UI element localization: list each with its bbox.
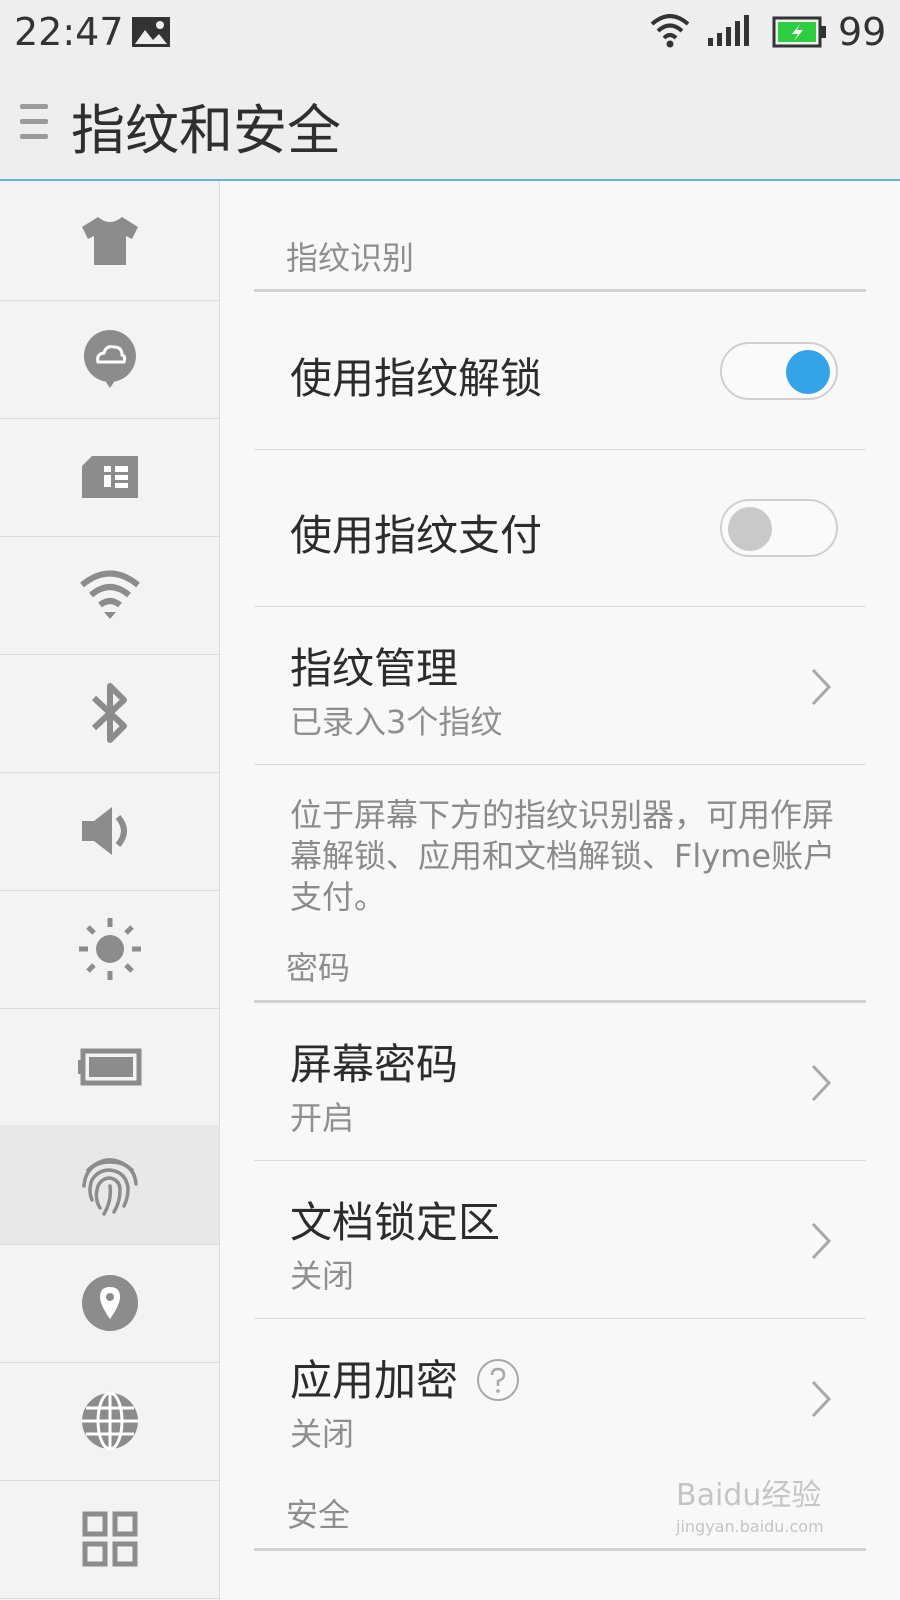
fingerprint-management-label: 指纹管理 — [290, 644, 459, 693]
globe-icon — [81, 1391, 138, 1450]
screen-password-row[interactable]: 屏幕密码 开启 — [254, 1003, 866, 1160]
sidebar-item-wifi[interactable] — [0, 535, 219, 655]
doc-lock-row[interactable]: 文档锁定区 关闭 — [254, 1161, 866, 1318]
app-encrypt-status: 关闭 — [290, 1415, 355, 1453]
sidebar-item-cloud[interactable] — [0, 299, 219, 419]
wifi-icon — [79, 570, 140, 619]
sidebar-item-sim[interactable] — [0, 417, 219, 537]
battery-percent: 99 — [838, 10, 887, 54]
fingerprint-management-status: 已录入3个指纹 — [290, 703, 503, 741]
sidebar-item-bluetooth[interactable] — [0, 653, 219, 773]
page-title: 指纹和安全 — [71, 99, 341, 162]
apps-grid-icon — [82, 1511, 137, 1566]
row-divider — [254, 764, 866, 765]
location-icon — [81, 1274, 138, 1331]
chevron-right-icon — [811, 1222, 832, 1260]
bluetooth-icon — [91, 682, 127, 743]
sidebar-item-fingerprint[interactable] — [0, 1125, 219, 1245]
fingerprint-payment-label: 使用指纹支付 — [290, 511, 543, 560]
settings-sidebar — [0, 181, 220, 1600]
hamburger-menu-icon[interactable] — [18, 102, 50, 142]
sidebar-item-sound[interactable] — [0, 771, 219, 891]
screen-password-status: 开启 — [290, 1099, 355, 1137]
theme-shirt-icon — [81, 216, 138, 265]
status-time: 22:47 — [14, 10, 124, 54]
toggle-knob — [786, 350, 830, 394]
sidebar-item-language[interactable] — [0, 1361, 219, 1481]
sidebar-item-apps[interactable] — [0, 1479, 219, 1599]
watermark: Baidu经验 — [676, 1478, 822, 1513]
screen-password-label: 屏幕密码 — [290, 1040, 459, 1089]
image-icon — [132, 17, 170, 47]
status-bar: 22:47 99 — [0, 0, 900, 66]
fingerprint-unlock-label: 使用指纹解锁 — [290, 354, 543, 403]
title-bar: 指纹和安全 — [0, 66, 900, 181]
app-encrypt-title: 应用加密 — [290, 1347, 520, 1408]
fingerprint-description: 位于屏幕下方的指纹识别器，可用作屏幕解锁、应用和文档解锁、Flyme账户支付。 — [290, 796, 836, 916]
sidebar-item-theme[interactable] — [0, 181, 219, 301]
app-encrypt-row[interactable]: 应用加密 关闭 — [254, 1319, 866, 1476]
section-divider — [254, 1548, 866, 1551]
sim-card-icon — [81, 455, 138, 498]
section-header-fingerprint: 指纹识别 — [286, 239, 415, 277]
fingerprint-payment-toggle[interactable] — [720, 499, 838, 557]
help-question-icon[interactable] — [476, 1358, 520, 1402]
sound-icon — [81, 806, 127, 855]
sidebar-item-brightness[interactable] — [0, 889, 219, 1009]
sidebar-item-battery[interactable] — [0, 1007, 219, 1127]
toggle-knob — [728, 507, 772, 551]
chevron-right-icon — [811, 1064, 832, 1102]
fingerprint-management-row[interactable]: 指纹管理 已录入3个指纹 — [254, 607, 866, 764]
app-encrypt-label: 应用加密 — [290, 1356, 459, 1405]
section-header-password: 密码 — [286, 949, 351, 987]
watermark-url: jingyan.baidu.com — [676, 1517, 824, 1536]
fingerprint-payment-row[interactable]: 使用指纹支付 — [254, 450, 866, 606]
chevron-right-icon — [811, 1380, 832, 1418]
fingerprint-icon — [81, 1157, 138, 1216]
settings-content: 指纹识别 使用指纹解锁 使用指纹支付 指纹管理 已录入3个指纹 位于屏幕下方的指… — [220, 181, 900, 1600]
brightness-icon — [78, 917, 141, 980]
fingerprint-unlock-toggle[interactable] — [720, 342, 838, 400]
battery-icon — [77, 1048, 141, 1085]
chevron-right-icon — [811, 668, 832, 706]
doc-lock-label: 文档锁定区 — [290, 1198, 501, 1247]
wifi-icon — [650, 14, 690, 48]
doc-lock-status: 关闭 — [290, 1257, 355, 1295]
cloud-account-icon — [83, 329, 136, 388]
sidebar-item-location[interactable] — [0, 1243, 219, 1363]
signal-icon — [708, 15, 749, 46]
battery-charging-icon — [772, 16, 826, 48]
fingerprint-unlock-row[interactable]: 使用指纹解锁 — [254, 292, 866, 449]
